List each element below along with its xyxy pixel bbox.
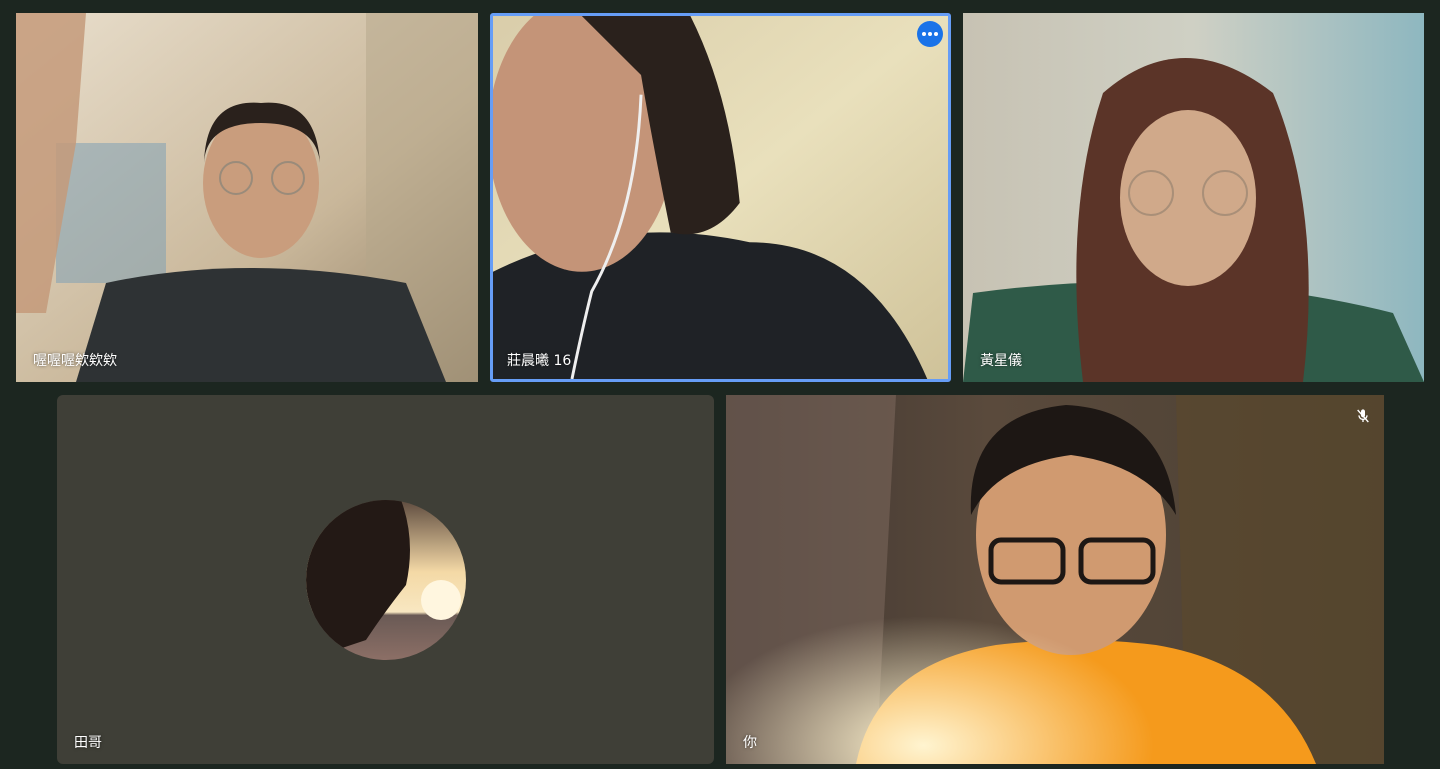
more-options-icon <box>922 32 938 36</box>
participant-avatar <box>306 500 466 660</box>
participant-video-2 <box>493 16 948 379</box>
video-grid: 喔喔喔欸欸欸 莊晨曦 16 黃星儀 田哥 你 <box>0 0 1440 769</box>
participant-name-label: 田哥 <box>74 735 102 751</box>
participant-tile-4[interactable]: 田哥 <box>57 395 714 764</box>
participant-name-label: 莊晨曦 16 <box>507 353 572 369</box>
participant-tile-self[interactable]: 你 <box>726 395 1384 764</box>
participant-video-1 <box>16 13 478 382</box>
mic-off-indicator <box>1353 406 1373 426</box>
participant-tile-3[interactable]: 黃星儀 <box>963 13 1424 382</box>
participant-video-self <box>726 395 1384 764</box>
participant-video-3 <box>963 13 1424 382</box>
mic-off-icon <box>1357 409 1369 423</box>
participant-tile-2[interactable]: 莊晨曦 16 <box>490 13 951 382</box>
participant-tile-1[interactable]: 喔喔喔欸欸欸 <box>16 13 478 382</box>
avatar-image <box>306 500 466 660</box>
participant-name-label: 黃星儀 <box>980 353 1022 369</box>
participant-name-label: 你 <box>743 735 757 751</box>
more-options-button[interactable] <box>917 21 943 47</box>
participant-name-label: 喔喔喔欸欸欸 <box>33 353 117 369</box>
